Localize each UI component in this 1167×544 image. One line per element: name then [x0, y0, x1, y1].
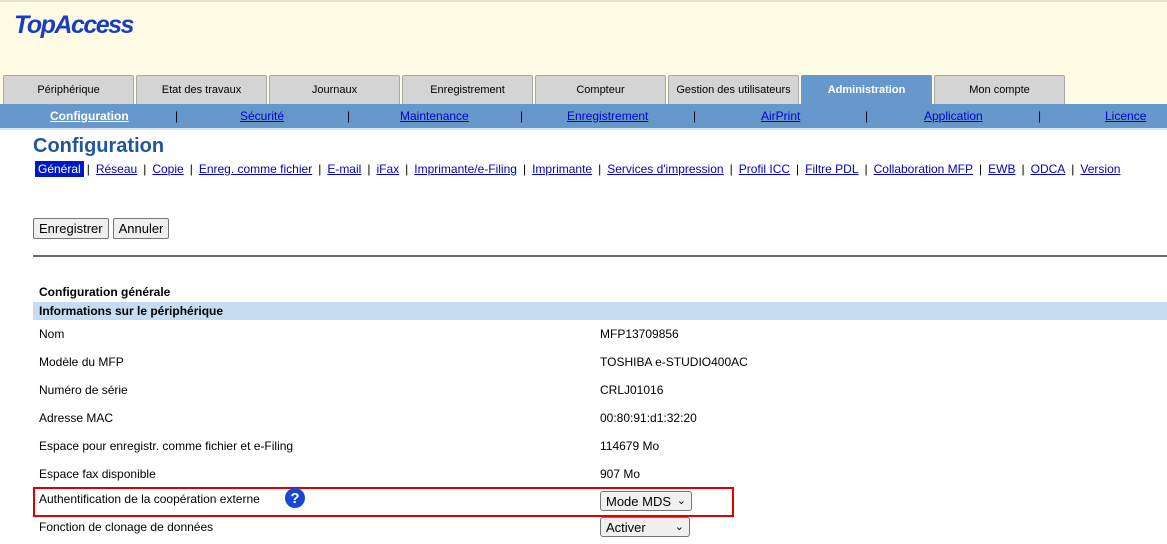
header-top-line [0, 0, 1167, 2]
tab-link-version[interactable]: Version [1077, 161, 1123, 177]
tab-link-separator: | [522, 162, 527, 176]
tab-link-separator: | [979, 162, 983, 176]
tab-link-profil-icc[interactable]: Profil ICC [736, 161, 793, 177]
chevron-down-icon: ⌄ [676, 495, 686, 507]
tab-link-general[interactable]: Général [35, 161, 84, 177]
tab-link-separator: | [405, 162, 409, 176]
subnav-separator: | [347, 109, 351, 123]
tab-administration[interactable]: Administration [801, 75, 932, 104]
config-tab-links: Général | Réseau | Copie | Enreg. comme … [35, 161, 1123, 177]
action-buttons: Enregistrer Annuler [33, 218, 170, 239]
save-button[interactable]: Enregistrer [33, 218, 109, 239]
tab-link-filtre-pdl[interactable]: Filtre PDL [802, 161, 861, 177]
tab-link-collaboration-mfp[interactable]: Collaboration MFP [871, 161, 976, 177]
label-nom: Nom [39, 327, 65, 341]
value-espace-efiling: 114679 Mo [600, 439, 660, 453]
auth-cooperation-select[interactable]: Mode MDS ⌄ [600, 491, 692, 511]
band-title: Informations sur le périphérique [39, 304, 224, 318]
label-auth-cooperation: Authentification de la coopération exter… [39, 492, 260, 506]
tab-link-separator: | [598, 162, 602, 176]
tab-link-email[interactable]: E-mail [324, 161, 364, 177]
tab-link-separator: | [864, 162, 868, 176]
tab-compteur[interactable]: Compteur [535, 75, 666, 104]
subnav-separator: | [865, 109, 869, 123]
label-espace-efiling: Espace pour enregistr. comme fichier et … [39, 439, 294, 453]
subnav-configuration[interactable]: Configuration [50, 109, 129, 123]
sub-navigation: Configuration | Sécurité | Maintenance |… [0, 104, 1167, 130]
subnav-airprint[interactable]: AirPrint [761, 109, 800, 123]
value-adresse-mac: 00:80:91:d1:32:20 [600, 411, 697, 425]
tab-link-separator: | [1021, 162, 1025, 176]
label-modele: Modèle du MFP [39, 355, 124, 369]
label-clonage: Fonction de clonage de données [39, 520, 214, 534]
label-espace-fax: Espace fax disponible [39, 467, 156, 481]
value-modele: TOSHIBA e-STUDIO400AC [600, 355, 748, 369]
subnav-separator: | [1038, 109, 1042, 123]
tab-link-separator: | [189, 162, 193, 176]
section-title: Configuration générale [39, 285, 171, 299]
tab-link-reseau[interactable]: Réseau [93, 161, 140, 177]
tab-link-services-impression[interactable]: Services d'impression [604, 161, 726, 177]
tab-link-ewb[interactable]: EWB [985, 161, 1018, 177]
auth-cooperation-value: Mode MDS [606, 493, 672, 509]
value-nom: MFP13709856 [600, 327, 679, 341]
page-title: Configuration [33, 135, 165, 157]
tab-link-separator: | [1071, 162, 1075, 176]
clonage-value: Activer [606, 519, 646, 535]
tab-journaux[interactable]: Journaux [269, 75, 400, 104]
subnav-enregistrement[interactable]: Enregistrement [567, 109, 648, 123]
label-numero-serie: Numéro de série [39, 383, 128, 397]
tab-link-separator: | [318, 162, 322, 176]
tab-link-separator: | [729, 162, 733, 176]
tab-enregistrement[interactable]: Enregistrement [402, 75, 533, 104]
subnav-separator: | [520, 109, 524, 123]
tab-link-odca[interactable]: ODCA [1028, 161, 1069, 177]
subnav-securite[interactable]: Sécurité [240, 109, 284, 123]
chevron-down-icon: ⌄ [674, 521, 684, 533]
clonage-select[interactable]: Activer ⌄ [600, 517, 690, 537]
tab-link-copie[interactable]: Copie [149, 161, 186, 177]
cancel-button[interactable]: Annuler [112, 218, 170, 239]
label-adresse-mac: Adresse MAC [39, 411, 114, 425]
value-espace-fax: 907 Mo [600, 467, 641, 481]
subnav-separator: | [693, 109, 697, 123]
tab-link-imprimante-efiling[interactable]: Imprimante/e-Filing [411, 161, 520, 177]
subnav-application[interactable]: Application [924, 109, 983, 123]
tab-link-enreg-comme-fichier[interactable]: Enreg. comme fichier [196, 161, 315, 177]
tab-gestion-des-utilisateurs[interactable]: Gestion des utilisateurs [668, 75, 799, 104]
value-numero-serie: CRLJ01016 [600, 383, 664, 397]
tab-link-ifax[interactable]: iFax [373, 161, 402, 177]
tab-link-separator: | [367, 162, 371, 176]
main-tabs: Périphérique Etat des travaux Journaux E… [3, 75, 1065, 104]
app-header: TopAccess Périphérique Etat des travaux … [0, 0, 1167, 104]
divider [33, 255, 1167, 257]
help-icon[interactable]: ? [285, 488, 305, 508]
tab-link-imprimante[interactable]: Imprimante [529, 161, 595, 177]
section-band: Informations sur le périphérique [33, 302, 1167, 320]
tab-mon-compte[interactable]: Mon compte [934, 75, 1065, 104]
tab-etat-des-travaux[interactable]: Etat des travaux [136, 75, 267, 104]
tab-link-separator: | [86, 162, 90, 176]
tab-link-separator: | [143, 162, 147, 176]
subnav-maintenance[interactable]: Maintenance [400, 109, 469, 123]
subnav-licence[interactable]: Licence [1105, 109, 1146, 123]
tab-peripherique[interactable]: Périphérique [3, 75, 134, 104]
topaccess-logo: TopAccess [14, 11, 134, 39]
subnav-separator: | [175, 109, 179, 123]
tab-link-separator: | [796, 162, 800, 176]
